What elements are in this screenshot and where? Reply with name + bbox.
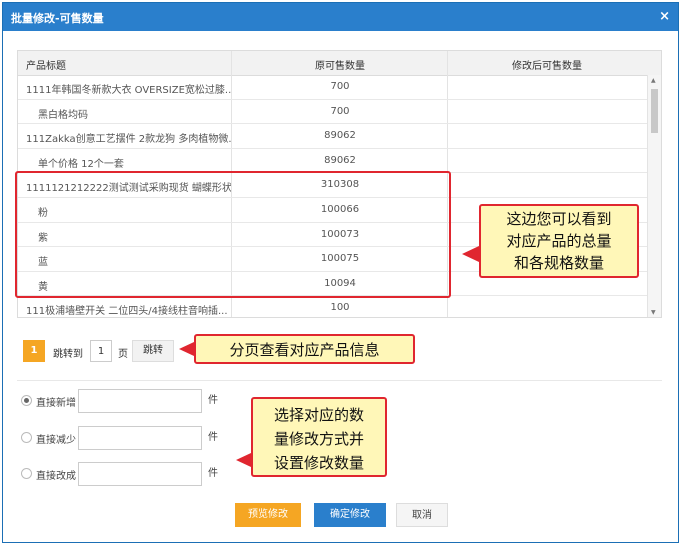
option-set-unit: 件 [208, 468, 218, 479]
dialog-titlebar: 批量修改-可售数量 × [3, 3, 678, 31]
options-annotation-line: 量修改方式并 [273, 430, 364, 448]
table-header: 产品标题 原可售数量 修改后可售数量 [18, 51, 661, 76]
table-annotation-line: 和各规格数量 [513, 254, 604, 272]
option-add-unit: 件 [208, 395, 218, 406]
preview-button[interactable]: 预览修改 [235, 503, 301, 527]
table-row: 1111年韩国冬新款大衣 OVERSIZE宽松过膝... 700 [18, 75, 647, 100]
original-quantity: 100 [330, 302, 350, 314]
callout-arrow [462, 246, 479, 262]
original-quantity: 89062 [324, 130, 356, 142]
table-annotation-line: 对应产品的总量 [506, 232, 612, 250]
table-annotation-callout: 这边您可以看到 对应产品的总量 和各规格数量 [462, 204, 639, 278]
pager-annotation-text: 分页查看对应产品信息 [229, 341, 380, 359]
dialog-title: 批量修改-可售数量 [11, 12, 104, 25]
callout-arrow [236, 453, 251, 467]
product-title: 111Zakka创意工艺摆件 2款龙狗 多肉植物微... [26, 134, 231, 146]
callout-arrow [179, 342, 194, 356]
reduce-quantity-input[interactable] [78, 426, 202, 450]
cancel-button[interactable]: 取消 [396, 503, 448, 527]
confirm-button[interactable]: 确定修改 [314, 503, 386, 527]
column-header-new-qty: 修改后可售数量 [512, 61, 582, 72]
table-scrollbar[interactable]: ▲ ▼ [647, 75, 661, 317]
table-row: 111Zakka创意工艺摆件 2款龙狗 多肉植物微... 89062 [18, 124, 647, 149]
close-icon[interactable]: × [659, 9, 670, 24]
option-reduce-unit: 件 [208, 432, 218, 443]
jump-label: 跳转到 [53, 349, 83, 360]
variant-title: 黑白格均码 [38, 109, 88, 121]
jump-button[interactable]: 跳转 [132, 340, 174, 362]
jump-page-input[interactable]: 1 [90, 340, 112, 362]
variant-title: 单个价格 12个一套 [38, 158, 124, 170]
page-current[interactable]: 1 [23, 340, 45, 362]
scroll-thumb[interactable] [651, 89, 658, 133]
option-add-label: 直接新增 [36, 398, 76, 409]
radio-add[interactable] [21, 395, 32, 406]
radio-reduce[interactable] [21, 432, 32, 443]
column-header-original-qty: 原可售数量 [315, 61, 365, 72]
section-divider [17, 380, 662, 381]
set-quantity-input[interactable] [78, 462, 202, 486]
original-quantity: 700 [330, 81, 350, 92]
table-annotation-line: 这边您可以看到 [506, 210, 612, 228]
pager-annotation-callout: 分页查看对应产品信息 [179, 334, 415, 364]
scroll-down-icon[interactable]: ▼ [651, 309, 656, 316]
options-annotation-line: 设置修改数量 [273, 454, 364, 472]
table-row: 黑白格均码 700 [18, 100, 647, 125]
option-set-label: 直接改成 [36, 471, 76, 482]
original-quantity: 700 [330, 105, 350, 117]
product-title: 1111年韩国冬新款大衣 OVERSIZE宽松过膝... [26, 85, 231, 96]
options-annotation-line: 选择对应的数 [273, 406, 364, 424]
column-header-title: 产品标题 [26, 61, 66, 72]
options-annotation-callout: 选择对应的数 量修改方式并 设置修改数量 [236, 397, 387, 477]
highlight-box [15, 171, 451, 298]
option-reduce-label: 直接减少 [36, 435, 76, 446]
table-row: 单个价格 12个一套 89062 [18, 149, 647, 174]
scroll-up-icon[interactable]: ▲ [651, 77, 656, 84]
page-unit: 页 [118, 349, 128, 360]
add-quantity-input[interactable] [78, 389, 202, 413]
radio-set[interactable] [21, 468, 32, 479]
table-row: 111极浦墙壁开关 二位四头/4接线柱音响插... 100 [18, 296, 647, 318]
product-title: 111极浦墙壁开关 二位四头/4接线柱音响插... [26, 306, 228, 318]
batch-edit-dialog: 批量修改-可售数量 × 产品标题 原可售数量 修改后可售数量 1111年韩国冬新… [2, 2, 679, 543]
original-quantity: 89062 [324, 154, 356, 166]
